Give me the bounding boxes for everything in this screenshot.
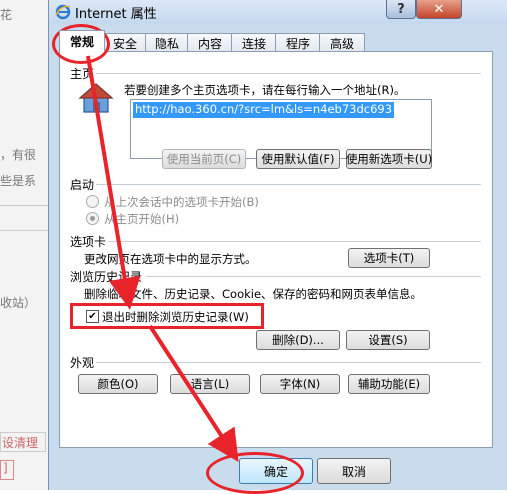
arrow-to-checkbox (86, 55, 141, 310)
tab-general[interactable]: 常规 (59, 30, 105, 52)
annotation-arrows (86, 55, 239, 463)
arrow-to-ok-button (148, 324, 239, 463)
